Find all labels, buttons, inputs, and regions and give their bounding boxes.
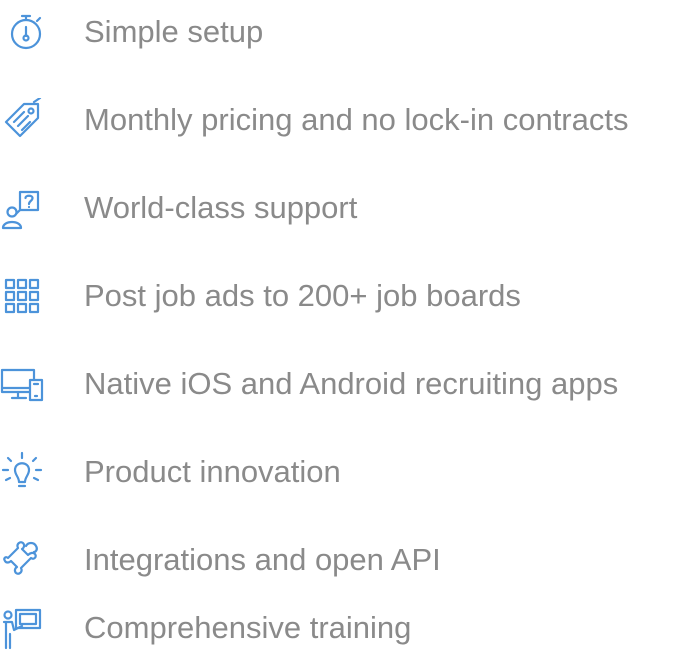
feature-label: Simple setup [84, 14, 264, 49]
feature-item-world-class-support: World-class support [0, 180, 692, 236]
feature-label: Product innovation [84, 454, 341, 489]
feature-item-monthly-pricing: Monthly pricing and no lock-in contracts [0, 92, 692, 148]
lightbulb-icon [0, 450, 44, 494]
price-tag-icon [0, 98, 44, 142]
feature-item-simple-setup: Simple setup [0, 4, 692, 60]
puzzle-piece-icon [0, 538, 44, 582]
feature-label: Comprehensive training [84, 610, 412, 645]
devices-icon [0, 362, 44, 406]
feature-label: World-class support [84, 190, 358, 225]
support-person-icon [0, 186, 44, 230]
feature-item-comprehensive-training: Comprehensive training [0, 600, 692, 656]
feature-item-integrations: Integrations and open API [0, 532, 692, 588]
feature-label: Post job ads to 200+ job boards [84, 278, 521, 313]
feature-label: Integrations and open API [84, 542, 441, 577]
feature-item-post-job-ads: Post job ads to 200+ job boards [0, 268, 692, 324]
feature-label: Native iOS and Android recruiting apps [84, 366, 619, 401]
feature-item-product-innovation: Product innovation [0, 444, 692, 500]
grid-icon [0, 274, 44, 318]
stopwatch-icon [4, 10, 48, 54]
presentation-icon [0, 606, 44, 650]
feature-item-native-apps: Native iOS and Android recruiting apps [0, 356, 692, 412]
feature-label: Monthly pricing and no lock-in contracts [84, 102, 629, 137]
